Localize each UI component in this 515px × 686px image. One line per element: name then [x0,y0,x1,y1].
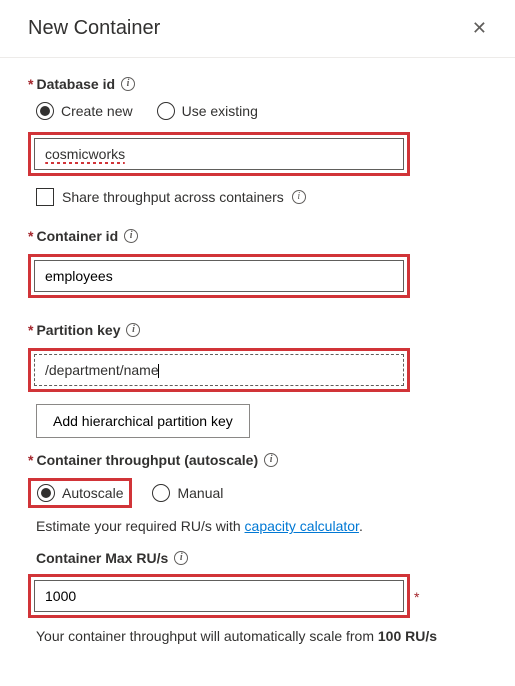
close-button[interactable]: ✕ [468,14,491,43]
radio-icon [152,484,170,502]
database-id-label: *Database id i [28,76,135,92]
use-existing-radio[interactable]: Use existing [157,102,258,120]
radio-label: Use existing [182,103,258,119]
radio-label: Autoscale [62,485,123,501]
scale-note: Your container throughput will automatic… [36,628,487,644]
radio-icon [36,102,54,120]
partition-key-input[interactable]: /department/name [34,354,404,386]
radio-label: Create new [61,103,133,119]
radio-label: Manual [177,485,223,501]
highlight-box: /department/name [28,348,410,392]
info-icon[interactable]: i [126,323,140,337]
create-new-radio[interactable]: Create new [36,102,133,120]
container-id-label: *Container id i [28,228,138,244]
required-marker: * [414,589,419,605]
autoscale-radio[interactable]: Autoscale [37,484,123,502]
container-id-input[interactable] [34,260,404,292]
highlight-box: cosmicworks [28,132,410,176]
share-throughput-checkbox[interactable] [36,188,54,206]
capacity-calculator-link[interactable]: capacity calculator [245,518,359,534]
estimate-text: Estimate your required RU/s with capacit… [36,518,487,534]
highlight-box: Autoscale [28,478,132,508]
throughput-label: *Container throughput (autoscale) i [28,452,278,468]
panel-title: New Container [28,17,160,40]
add-hierarchical-pk-button[interactable]: Add hierarchical partition key [36,404,250,438]
info-icon[interactable]: i [121,77,135,91]
highlight-box [28,574,410,618]
close-icon: ✕ [472,18,487,38]
info-icon[interactable]: i [124,229,138,243]
info-icon[interactable]: i [264,453,278,467]
info-icon[interactable]: i [174,551,188,565]
partition-key-label: *Partition key i [28,322,140,338]
highlight-box [28,254,410,298]
share-throughput-label: Share throughput across containers [62,189,284,205]
database-id-input[interactable]: cosmicworks [34,138,404,170]
radio-icon [157,102,175,120]
max-ru-label: Container Max RU/s i [36,550,188,566]
max-ru-input[interactable] [34,580,404,612]
info-icon[interactable]: i [292,190,306,204]
radio-icon [37,484,55,502]
manual-radio[interactable]: Manual [152,484,223,502]
